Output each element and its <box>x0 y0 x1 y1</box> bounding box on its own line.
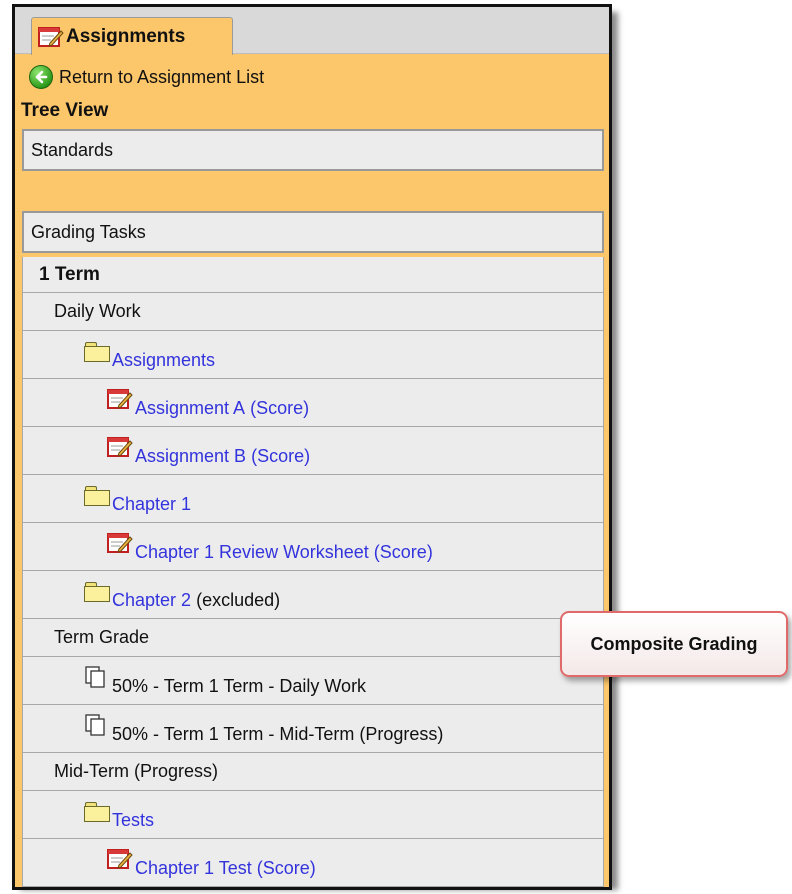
daily-work-label: Daily Work <box>54 301 141 321</box>
folder-link[interactable]: Chapter 2 <box>112 590 191 611</box>
tree-composite-mid-term[interactable]: 50% - Term 1 Term - Mid-Term (Progress) <box>22 705 604 753</box>
tree-folder-tests[interactable]: Tests <box>22 791 604 839</box>
tree-assignment-b[interactable]: Assignment B (Score) <box>22 427 604 475</box>
tree-mid-term[interactable]: Mid-Term (Progress) <box>22 753 604 791</box>
tree-folder-chapter-2[interactable]: Chapter 2 (excluded) <box>22 571 604 619</box>
composite-icon <box>84 666 110 690</box>
assignment-link[interactable]: Chapter 1 Review Worksheet <box>135 542 369 563</box>
tab-assignments[interactable]: Assignments <box>31 17 233 55</box>
composite-label: 50% - Term 1 Term - Mid-Term (Progress) <box>112 724 444 744</box>
tab-strip: Assignments <box>15 7 609 55</box>
return-link-label: Return to Assignment List <box>59 66 265 87</box>
term-label: 1 Term <box>39 263 100 285</box>
assignment-link[interactable]: Assignment B <box>135 446 246 467</box>
tree-chapter-1-review[interactable]: Chapter 1 Review Worksheet (Score) <box>22 523 604 571</box>
folder-link[interactable]: Assignments <box>112 350 215 371</box>
score-link[interactable]: (Score) <box>250 398 309 419</box>
tree-view-title: Tree View <box>21 100 109 121</box>
tree-daily-work[interactable]: Daily Work <box>22 293 604 331</box>
tree-chapter-1-test[interactable]: Chapter 1 Test (Score) <box>22 839 604 887</box>
tree-folder-chapter-1[interactable]: Chapter 1 <box>22 475 604 523</box>
folder-link[interactable]: Chapter 1 <box>112 494 191 515</box>
score-link[interactable]: (Score) <box>251 446 310 467</box>
score-link[interactable]: (Score) <box>374 542 433 563</box>
return-to-assignment-list-link[interactable]: Return to Assignment List <box>29 63 264 91</box>
folder-icon <box>84 802 110 822</box>
assignment-link[interactable]: Assignment A <box>135 398 245 419</box>
assignments-panel: Assignments Return to Assignment List Tr… <box>12 4 612 890</box>
grading-tree: 1 Term Daily Work Assignments Assignment… <box>22 257 604 887</box>
tab-label: Assignments <box>66 25 186 47</box>
back-arrow-icon <box>29 65 53 89</box>
tree-composite-daily-work[interactable]: 50% - Term 1 Term - Daily Work <box>22 657 604 705</box>
assignment-link[interactable]: Chapter 1 Test <box>135 858 252 879</box>
assignment-icon <box>107 388 133 410</box>
composite-label: 50% - Term 1 Term - Daily Work <box>112 676 367 696</box>
callout-label: Composite Grading <box>590 633 758 654</box>
assignment-icon <box>107 436 133 458</box>
mid-term-label: Mid-Term (Progress) <box>54 761 219 781</box>
assignment-icon <box>38 26 64 48</box>
term-grade-label: Term Grade <box>54 627 150 647</box>
tree-term[interactable]: 1 Term <box>22 257 604 293</box>
tree-folder-assignments[interactable]: Assignments <box>22 331 604 379</box>
assignment-icon <box>107 848 133 870</box>
folder-icon <box>84 582 110 602</box>
grading-tasks-header[interactable]: Grading Tasks <box>22 211 604 253</box>
standards-header[interactable]: Standards <box>22 129 604 171</box>
excluded-note: (excluded) <box>196 590 281 610</box>
tree-term-grade[interactable]: Term Grade <box>22 619 604 657</box>
folder-icon <box>84 342 110 362</box>
composite-icon <box>84 714 110 738</box>
assignment-icon <box>107 532 133 554</box>
folder-link[interactable]: Tests <box>112 810 154 831</box>
tree-assignment-a[interactable]: Assignment A (Score) <box>22 379 604 427</box>
folder-icon <box>84 486 110 506</box>
score-link[interactable]: (Score) <box>257 858 316 879</box>
composite-grading-callout: Composite Grading <box>560 611 788 677</box>
